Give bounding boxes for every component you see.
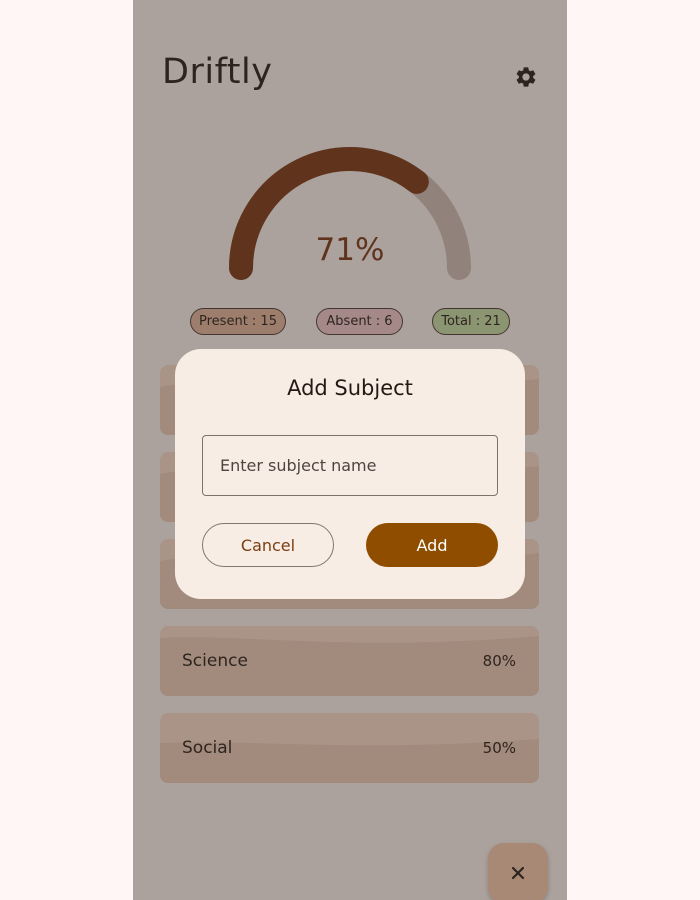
add-subject-dialog: Add Subject Cancel Add — [175, 349, 525, 599]
subject-name-input[interactable] — [202, 435, 498, 496]
add-button[interactable]: Add — [366, 523, 498, 567]
cancel-button[interactable]: Cancel — [202, 523, 334, 567]
dialog-title: Add Subject — [287, 376, 413, 400]
app-screen: Driftly 71% Present : 15 Absent : 6 Tota… — [133, 0, 567, 900]
